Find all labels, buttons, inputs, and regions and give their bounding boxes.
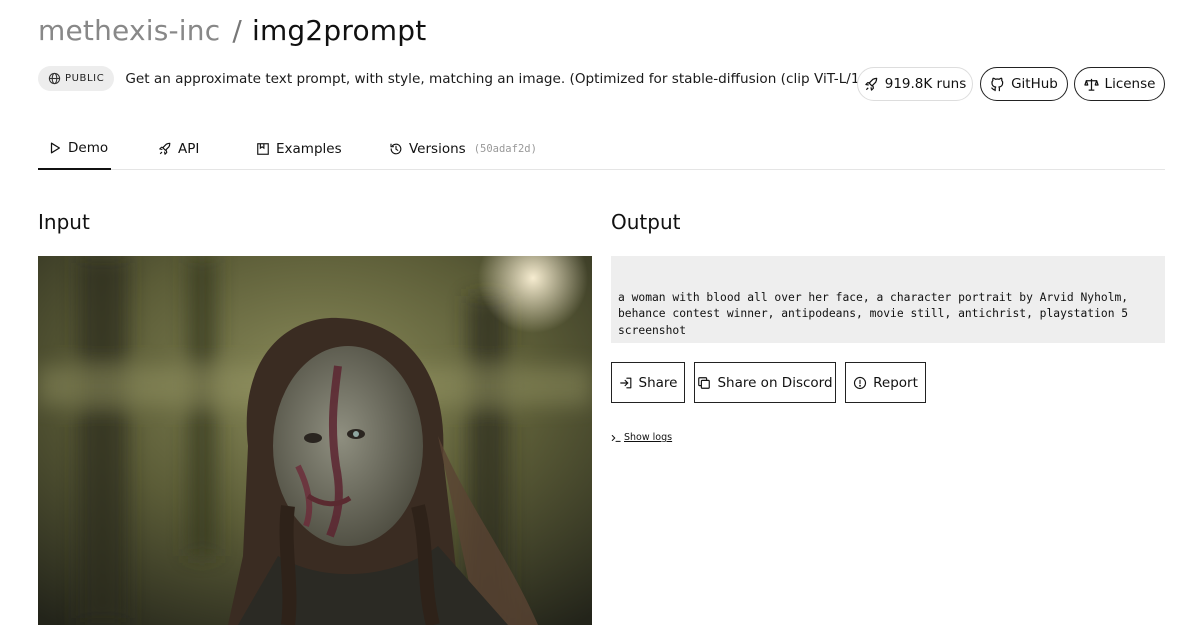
play-icon	[50, 142, 60, 154]
model-description: Get an approximate text prompt, with sty…	[125, 70, 879, 87]
output-panel: a woman with blood all over her face, a …	[611, 256, 1165, 343]
model-name[interactable]: img2prompt	[252, 14, 426, 47]
input-image-graphic	[38, 256, 592, 625]
share-button[interactable]: Share	[611, 362, 685, 403]
visibility-badge: PUBLIC	[38, 66, 115, 91]
description-row: PUBLIC Get an approximate text prompt, w…	[38, 66, 879, 91]
tab-demo[interactable]: Demo	[38, 128, 111, 170]
gallery-icon	[257, 143, 269, 155]
page-title: methexis-inc / img2prompt	[38, 14, 426, 47]
tab-api-label: API	[178, 141, 200, 157]
rocket-icon	[159, 142, 171, 155]
tab-demo-label: Demo	[68, 140, 109, 156]
runs-counter: 919.8K runs	[857, 67, 973, 101]
owner-link[interactable]: methexis-inc	[38, 14, 220, 47]
history-icon	[390, 143, 402, 155]
share-discord-label: Share on Discord	[717, 374, 833, 391]
report-button[interactable]: Report	[845, 362, 926, 403]
show-logs-link[interactable]: Show logs	[611, 432, 672, 443]
alert-icon	[854, 376, 867, 389]
copy-icon	[698, 376, 711, 389]
license-button[interactable]: License	[1074, 67, 1165, 101]
rocket-icon	[865, 77, 878, 91]
tab-bar: Demo API Examples Versions (50adaf2d)	[38, 128, 1165, 170]
show-logs-label: Show logs	[624, 432, 673, 443]
terminal-icon	[611, 434, 621, 442]
report-label: Report	[873, 374, 918, 391]
globe-icon	[48, 72, 61, 85]
share-discord-button[interactable]: Share on Discord	[694, 362, 836, 403]
tab-api[interactable]: API	[158, 128, 199, 170]
github-label: GitHub	[1011, 76, 1058, 92]
tab-versions[interactable]: Versions (50adaf2d)	[389, 128, 537, 170]
share-label: Share	[638, 374, 678, 391]
input-image	[38, 256, 592, 625]
scale-icon	[1083, 78, 1099, 91]
share-icon	[619, 377, 631, 388]
license-label: License	[1104, 76, 1156, 92]
version-hash[interactable]: (50adaf2d)	[474, 143, 537, 155]
input-heading: Input	[38, 210, 90, 234]
runs-label: 919.8K runs	[884, 76, 967, 92]
title-separator: /	[232, 14, 242, 47]
tab-examples-label: Examples	[276, 141, 342, 157]
github-button[interactable]: GitHub	[980, 67, 1068, 101]
tab-examples[interactable]: Examples	[256, 128, 342, 170]
output-text: a woman with blood all over her face, a …	[618, 291, 1135, 337]
output-heading: Output	[611, 210, 681, 234]
tab-versions-label: Versions	[409, 141, 466, 157]
github-icon	[991, 77, 1004, 91]
badge-label: PUBLIC	[65, 73, 105, 84]
